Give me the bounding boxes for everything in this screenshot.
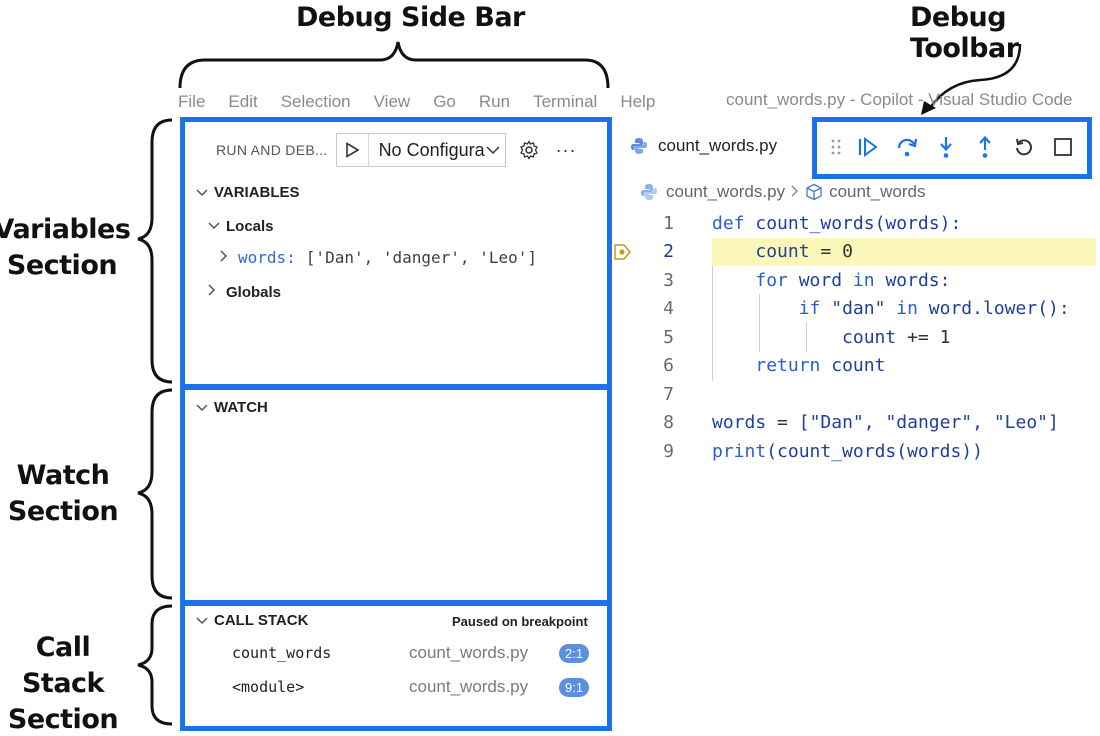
breadcrumb-symbol[interactable]: count_words	[829, 182, 925, 202]
brace-variables	[137, 118, 173, 384]
line-number[interactable]: 7	[640, 384, 674, 405]
annotation-line: Call Stack	[21, 632, 105, 699]
annotation-line: Section	[7, 496, 119, 527]
annotation-line: Section	[6, 250, 118, 281]
line-number[interactable]: 8	[640, 412, 674, 433]
highlight-call-stack-section	[180, 601, 612, 731]
code-line[interactable]: 9 print(count_words(words))	[640, 437, 1070, 466]
breadcrumb-file[interactable]: count_words.py	[666, 182, 785, 202]
line-number[interactable]: 3	[640, 270, 674, 291]
code-line[interactable]: 4 if "dan" in word.lower():	[640, 295, 1070, 324]
annotation-line: Section	[7, 704, 119, 735]
annotation-call-stack-section: Call Stack Section	[0, 630, 133, 736]
line-number[interactable]: 6	[640, 355, 674, 376]
code-text: def count_words(words):	[712, 212, 962, 234]
menu-bar: File Edit Selection View Go Run Terminal Help	[178, 90, 678, 114]
code-text: count = 0	[755, 241, 853, 263]
breadcrumb: count_words.py count_words	[640, 182, 925, 202]
code-line[interactable]: 6 return count	[640, 352, 1070, 381]
line-number[interactable]: 5	[640, 327, 674, 348]
editor-tab[interactable]: count_words.py	[630, 136, 777, 156]
code-text: count += 1	[842, 326, 951, 348]
code-text: if "dan" in word.lower():	[798, 298, 1070, 320]
menu-item-file[interactable]: File	[178, 92, 205, 112]
window-title: count_words.py - Copilot - Visual Studio…	[726, 90, 1073, 109]
code-line[interactable]: 5 count += 1	[640, 323, 1070, 352]
code-text: return count	[755, 355, 886, 377]
brace-call-stack	[137, 604, 173, 726]
menu-item-edit[interactable]: Edit	[228, 92, 257, 112]
menu-item-terminal[interactable]: Terminal	[533, 92, 597, 112]
annotation-debug-side-bar: Debug Side Bar	[296, 2, 525, 33]
menu-item-help[interactable]: Help	[620, 92, 655, 112]
highlight-watch-section	[180, 385, 612, 605]
code-editor[interactable]: 1 def count_words(words): 2 count = 03 for…	[640, 209, 1070, 466]
chevron-right-icon	[791, 184, 799, 200]
editor-tab-label: count_words.py	[658, 136, 778, 155]
code-line[interactable]: 1 def count_words(words):	[640, 209, 1070, 238]
highlight-debug-toolbar	[812, 117, 1092, 179]
line-number[interactable]: 2	[640, 241, 674, 262]
line-number[interactable]: 1	[640, 213, 674, 234]
annotation-variables-section: Variables Section	[0, 212, 132, 284]
brace-top	[178, 41, 610, 89]
menu-item-view[interactable]: View	[374, 92, 411, 112]
annotation-watch-section: Watch Section	[0, 458, 133, 530]
function-cube-icon	[806, 183, 822, 201]
python-file-icon	[641, 184, 657, 200]
code-line[interactable]: 8 words = ["Dan", "danger", "Leo"]	[640, 409, 1070, 438]
line-number[interactable]: 4	[640, 298, 674, 319]
python-file-icon	[631, 138, 647, 154]
menu-item-run[interactable]: Run	[479, 92, 510, 112]
breakpoint-paused-icon[interactable]	[614, 243, 632, 261]
menu-item-go[interactable]: Go	[433, 92, 456, 112]
line-number[interactable]: 9	[640, 441, 674, 462]
annotation-line: Watch	[16, 460, 110, 491]
menu-item-selection[interactable]: Selection	[281, 92, 351, 112]
code-text: words = ["Dan", "danger", "Leo"]	[712, 412, 1059, 434]
code-text: print(count_words(words))	[712, 440, 983, 462]
highlight-variables-section	[180, 117, 612, 389]
code-text: for word in words:	[755, 269, 951, 291]
code-line[interactable]: 7	[640, 380, 1070, 409]
annotation-debug-toolbar: Debug Toolbar	[910, 2, 1019, 64]
annotation-line: Variables	[0, 214, 131, 245]
code-line[interactable]: 2 count = 0	[640, 238, 1070, 267]
brace-watch	[137, 388, 173, 600]
code-line[interactable]: 3 for word in words:	[640, 266, 1070, 295]
